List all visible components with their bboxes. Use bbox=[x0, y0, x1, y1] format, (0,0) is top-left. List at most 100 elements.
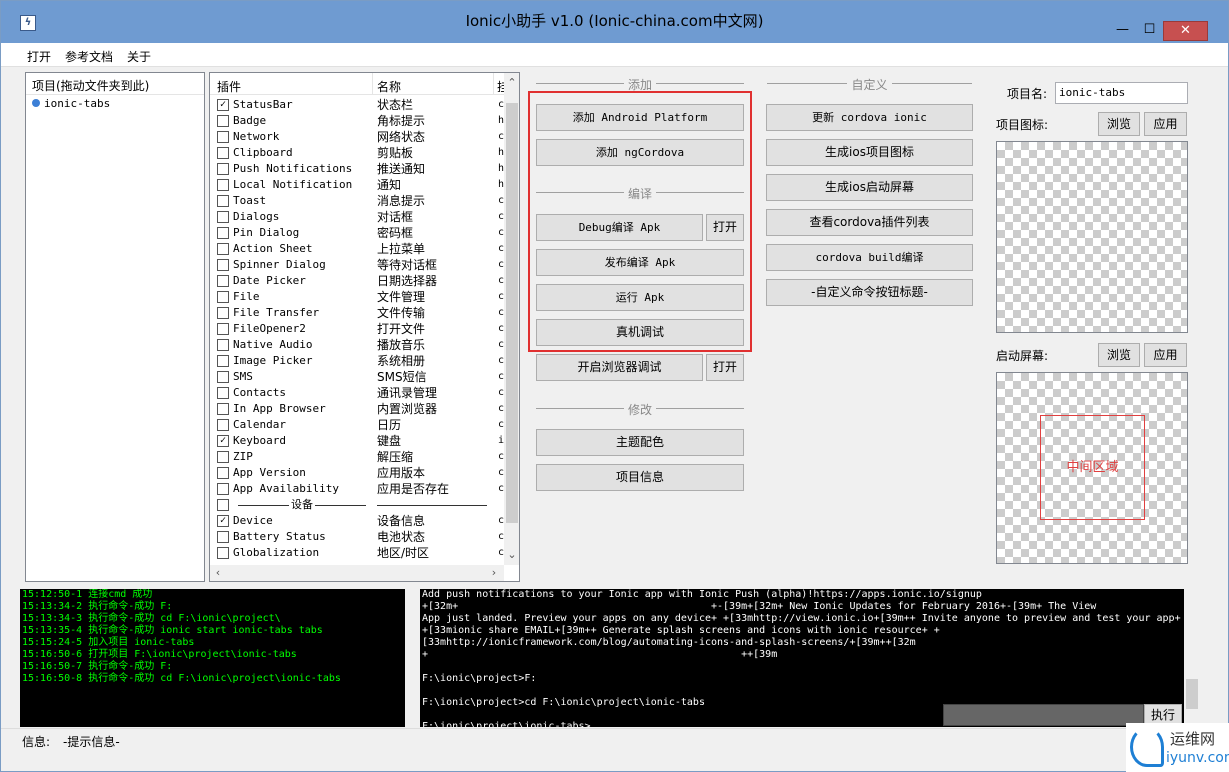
device-debug-button[interactable]: 真机调试 bbox=[536, 319, 744, 346]
splitter[interactable] bbox=[405, 589, 420, 727]
plugin-row[interactable]: Badge 角标提示 h bbox=[210, 113, 504, 129]
plugin-row[interactable]: Spinner Dialog 等待对话框 c bbox=[210, 257, 504, 273]
plugin-row[interactable]: 设备 bbox=[210, 497, 504, 513]
menu-docs[interactable]: 参考文档 bbox=[65, 48, 113, 65]
plugin-checkbox[interactable] bbox=[217, 483, 229, 495]
plugin-list[interactable]: 插件 名称 挂 ✓ StatusBar 状态栏 c Badge 角标提示 h Network 网… bbox=[209, 72, 520, 582]
plugin-row[interactable]: Dialogs 对话框 c bbox=[210, 209, 504, 225]
plugin-checkbox[interactable]: ✓ bbox=[217, 99, 229, 111]
plugin-checkbox[interactable] bbox=[217, 275, 229, 287]
cordova-build-button[interactable]: cordova build编译 bbox=[766, 244, 973, 271]
add-ngcordova-button[interactable]: 添加 ngCordova bbox=[536, 139, 744, 166]
plugin-row[interactable]: Action Sheet 上拉菜单 c bbox=[210, 241, 504, 257]
plugin-row[interactable]: Push Notifications 推送通知 h bbox=[210, 161, 504, 177]
plugin-row[interactable]: Network 网络状态 c bbox=[210, 129, 504, 145]
plugin-row[interactable]: ✓ Device 设备信息 c bbox=[210, 513, 504, 529]
plugin-checkbox[interactable] bbox=[217, 227, 229, 239]
command-input[interactable] bbox=[943, 704, 1144, 726]
plugin-row[interactable]: Clipboard 剪贴板 h bbox=[210, 145, 504, 161]
title-bar[interactable]: ϟ Ionic小助手 v1.0 (Ionic-china.com中文网) — ☐… bbox=[1, 1, 1228, 43]
plugin-checkbox[interactable] bbox=[217, 115, 229, 127]
plugin-hscrollbar[interactable]: ‹ › bbox=[210, 565, 504, 581]
scroll-right-icon[interactable]: › bbox=[486, 565, 502, 581]
plugin-checkbox[interactable] bbox=[217, 419, 229, 431]
menu-about[interactable]: 关于 bbox=[127, 48, 151, 65]
plugin-row[interactable]: Image Picker 系统相册 c bbox=[210, 353, 504, 369]
plugin-row[interactable]: ✓ Keyboard 键盘 i bbox=[210, 433, 504, 449]
browser-debug-button[interactable]: 开启浏览器调试 bbox=[536, 354, 703, 381]
plugin-checkbox[interactable] bbox=[217, 323, 229, 335]
plugin-checkbox[interactable] bbox=[217, 467, 229, 479]
plugin-row[interactable]: App Availability 应用是否存在 c bbox=[210, 481, 504, 497]
plugin-row[interactable]: App Version 应用版本 c bbox=[210, 465, 504, 481]
splash-apply-button[interactable]: 应用 bbox=[1144, 343, 1187, 367]
col-plugin[interactable]: 插件 bbox=[217, 78, 241, 95]
update-cordova-button[interactable]: 更新 cordova ionic bbox=[766, 104, 973, 131]
plugin-checkbox[interactable] bbox=[217, 387, 229, 399]
plugin-list-button[interactable]: 查看cordova插件列表 bbox=[766, 209, 973, 236]
plugin-checkbox[interactable] bbox=[217, 131, 229, 143]
maximize-button[interactable]: ☐ bbox=[1136, 21, 1163, 41]
plugin-checkbox[interactable] bbox=[217, 371, 229, 383]
scroll-left-icon[interactable]: ‹ bbox=[210, 565, 226, 581]
plugin-row[interactable]: Native Audio 播放音乐 c bbox=[210, 337, 504, 353]
plugin-row[interactable]: ZIP 解压缩 c bbox=[210, 449, 504, 465]
console-scroll-thumb[interactable] bbox=[1186, 679, 1198, 709]
plugin-row[interactable]: File 文件管理 c bbox=[210, 289, 504, 305]
custom-command-button[interactable]: -自定义命令按钮标题- bbox=[766, 279, 973, 306]
splash-browse-button[interactable]: 浏览 bbox=[1098, 343, 1140, 367]
plugin-checkbox[interactable] bbox=[217, 195, 229, 207]
plugin-vscrollbar[interactable]: ⌃ ⌄ bbox=[504, 73, 519, 565]
console-scrollbar[interactable] bbox=[1184, 589, 1200, 727]
plugin-checkbox[interactable] bbox=[217, 243, 229, 255]
plugin-row[interactable]: Toast 消息提示 c bbox=[210, 193, 504, 209]
open-debug-button[interactable]: 打开 bbox=[706, 214, 744, 241]
plugin-checkbox[interactable] bbox=[217, 259, 229, 271]
plugin-checkbox[interactable] bbox=[217, 547, 229, 559]
plugin-checkbox[interactable] bbox=[217, 451, 229, 463]
plugin-checkbox[interactable]: ✓ bbox=[217, 515, 229, 527]
plugin-checkbox[interactable] bbox=[217, 179, 229, 191]
project-name-field[interactable]: ionic-tabs bbox=[1055, 82, 1188, 104]
plugin-checkbox[interactable] bbox=[217, 355, 229, 367]
icon-apply-button[interactable]: 应用 bbox=[1144, 112, 1187, 136]
plugin-row[interactable]: File Transfer 文件传输 c bbox=[210, 305, 504, 321]
scroll-up-icon[interactable]: ⌃ bbox=[504, 75, 519, 91]
plugin-row[interactable]: Pin Dialog 密码框 c bbox=[210, 225, 504, 241]
plugin-row[interactable]: Globalization 地区/时区 c bbox=[210, 545, 504, 561]
menu-open[interactable]: 打开 bbox=[27, 48, 51, 65]
plugin-checkbox[interactable] bbox=[217, 403, 229, 415]
ios-splash-button[interactable]: 生成ios启动屏幕 bbox=[766, 174, 973, 201]
theme-button[interactable]: 主题配色 bbox=[536, 429, 744, 456]
plugin-row[interactable]: ✓ StatusBar 状态栏 c bbox=[210, 97, 504, 113]
plugin-row[interactable]: Date Picker 日期选择器 c bbox=[210, 273, 504, 289]
col-name[interactable]: 名称 bbox=[377, 78, 401, 95]
plugin-checkbox[interactable] bbox=[217, 163, 229, 175]
open-browser-button[interactable]: 打开 bbox=[706, 354, 744, 381]
project-info-button[interactable]: 项目信息 bbox=[536, 464, 744, 491]
minimize-button[interactable]: — bbox=[1109, 21, 1136, 41]
plugin-row[interactable]: FileOpener2 打开文件 c bbox=[210, 321, 504, 337]
release-apk-button[interactable]: 发布编译 Apk bbox=[536, 249, 744, 276]
plugin-vscroll-thumb[interactable] bbox=[506, 103, 518, 523]
plugin-checkbox[interactable] bbox=[217, 531, 229, 543]
ios-icon-button[interactable]: 生成ios项目图标 bbox=[766, 139, 973, 166]
close-button[interactable]: ✕ bbox=[1163, 21, 1208, 41]
project-item[interactable]: ionic-tabs bbox=[26, 95, 204, 112]
plugin-checkbox[interactable] bbox=[217, 211, 229, 223]
plugin-checkbox[interactable] bbox=[217, 147, 229, 159]
plugin-row[interactable]: Local Notification 通知 h bbox=[210, 177, 504, 193]
run-apk-button[interactable]: 运行 Apk bbox=[536, 284, 744, 311]
debug-apk-button[interactable]: Debug编译 Apk bbox=[536, 214, 703, 241]
plugin-row[interactable]: SMS SMS短信 c bbox=[210, 369, 504, 385]
project-list[interactable]: 项目(拖动文件夹到此) ionic-tabs bbox=[25, 72, 205, 582]
plugin-checkbox[interactable] bbox=[217, 307, 229, 319]
scroll-down-icon[interactable]: ⌄ bbox=[504, 547, 519, 563]
plugin-row[interactable]: Battery Status 电池状态 c bbox=[210, 529, 504, 545]
plugin-checkbox[interactable] bbox=[217, 339, 229, 351]
plugin-row[interactable]: Contacts 通讯录管理 c bbox=[210, 385, 504, 401]
plugin-row[interactable]: Calendar 日历 c bbox=[210, 417, 504, 433]
plugin-checkbox[interactable] bbox=[217, 499, 229, 511]
plugin-checkbox[interactable] bbox=[217, 291, 229, 303]
icon-browse-button[interactable]: 浏览 bbox=[1098, 112, 1140, 136]
